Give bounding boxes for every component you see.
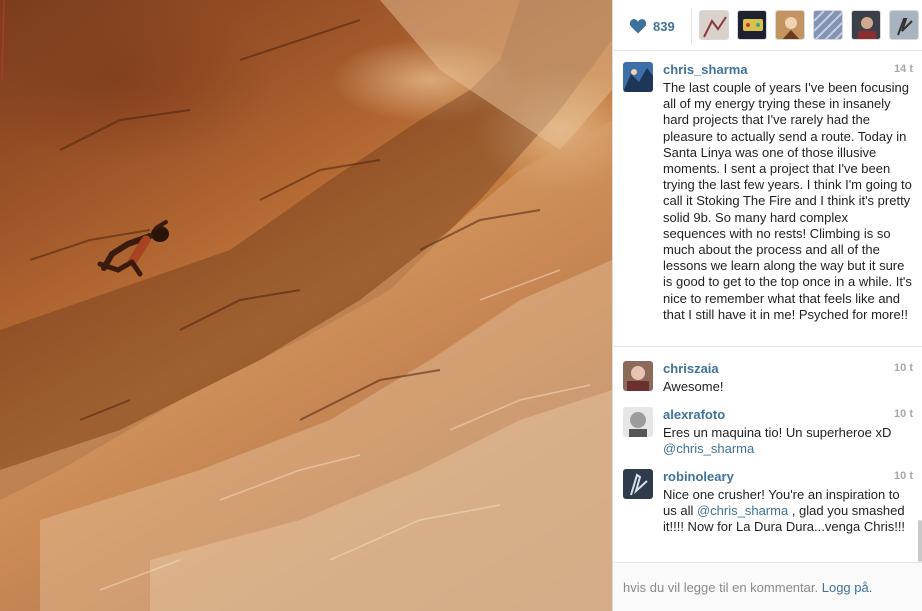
like-button[interactable]: 839	[629, 16, 675, 36]
liker-avatar-5	[852, 11, 880, 39]
liker-avatar[interactable]	[699, 10, 729, 40]
liker-avatar-1	[700, 11, 728, 39]
caption-entry: chris_sharma 14 t The last couple of yea…	[623, 62, 913, 342]
avatar[interactable]	[623, 469, 653, 499]
liker-avatar-6	[890, 11, 918, 39]
caption-username[interactable]: chris_sharma	[663, 62, 748, 78]
caption-text: The last couple of years I've been focus…	[663, 80, 912, 322]
footer-text: hvis du vil legge til en kommentar. Logg…	[623, 580, 872, 595]
climbing-photo-art	[0, 0, 612, 611]
comments-list: chriszaia 10 t Awesome! alexrafoto 10 t …	[613, 348, 922, 562]
comment-username[interactable]: chriszaia	[663, 361, 719, 377]
liker-avatar-2	[738, 11, 766, 39]
login-link[interactable]: Logg på.	[822, 580, 873, 595]
avatar[interactable]	[623, 62, 653, 92]
liker-avatar-3	[776, 11, 804, 39]
avatar[interactable]	[623, 361, 653, 391]
liker-avatar[interactable]	[889, 10, 919, 40]
comment-item: robinoleary 10 t Nice one crusher! You'r…	[623, 469, 913, 553]
likes-divider	[691, 8, 692, 44]
comment-item: chriszaia 10 t Awesome!	[623, 361, 913, 395]
liker-avatar[interactable]	[737, 10, 767, 40]
commenter-avatar-chriszaia	[623, 361, 653, 391]
comment-username[interactable]: robinoleary	[663, 469, 734, 485]
comment-time[interactable]: 10 t	[894, 408, 913, 420]
login-prompt: hvis du vil legge til en kommentar.	[623, 580, 819, 595]
comment-body: Awesome!	[663, 379, 724, 394]
comment-time[interactable]: 10 t	[894, 470, 913, 482]
like-count[interactable]: 839	[653, 19, 675, 34]
comment-item: alexrafoto 10 t Eres un maquina tio! Un …	[623, 407, 913, 459]
heart-icon[interactable]	[629, 18, 647, 34]
caption: chris_sharma 14 t The last couple of yea…	[613, 51, 922, 347]
scrollbar[interactable]	[918, 520, 922, 562]
likes-bar: 839	[613, 0, 922, 51]
comments-panel: 839 chris_sharma 14 t The last couple of…	[612, 0, 922, 611]
comment-username[interactable]: alexrafoto	[663, 407, 725, 423]
liker-avatar[interactable]	[851, 10, 881, 40]
liker-avatar[interactable]	[775, 10, 805, 40]
climber-figure	[97, 220, 169, 277]
mention-link[interactable]: @chris_sharma	[663, 441, 754, 456]
comment-text: Awesome!	[663, 379, 913, 395]
avatar[interactable]	[623, 407, 653, 437]
comment-body: Eres un maquina tio! Un superheroe xD	[663, 425, 892, 440]
commenter-avatar-alexrafoto	[623, 407, 653, 437]
post-photo[interactable]	[0, 0, 612, 611]
liker-avatar-4	[814, 11, 842, 39]
comment-text: Eres un maquina tio! Un superheroe xD @c…	[663, 425, 913, 457]
mention-link[interactable]: @chris_sharma	[697, 503, 788, 518]
comment-time[interactable]: 10 t	[894, 362, 913, 374]
comment-text: Nice one crusher! You're an inspiration …	[663, 487, 913, 536]
commenter-avatar-robinoleary	[623, 469, 653, 499]
liker-avatar[interactable]	[813, 10, 843, 40]
caption-time[interactable]: 14 t	[894, 63, 913, 75]
author-avatar	[623, 62, 653, 92]
add-comment-footer: hvis du vil legge til en kommentar. Logg…	[613, 562, 922, 611]
